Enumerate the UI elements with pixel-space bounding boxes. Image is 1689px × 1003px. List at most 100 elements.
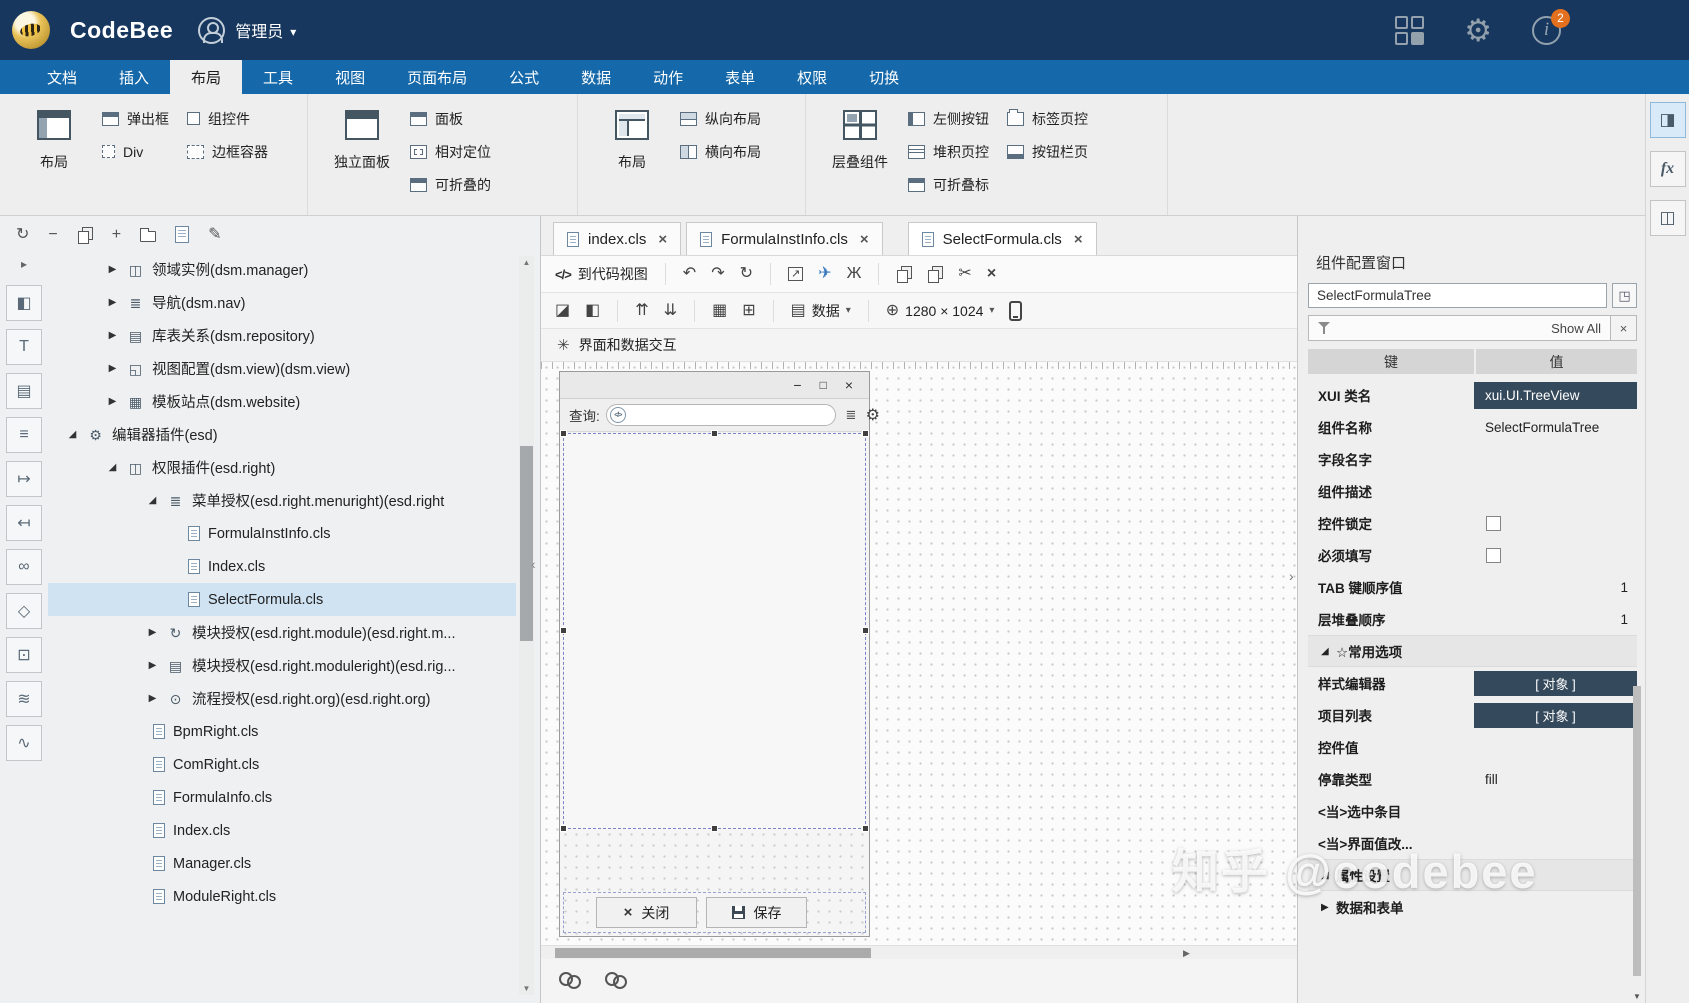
clear-filter-icon[interactable]: × <box>1610 315 1637 341</box>
collapsible-tab-button[interactable]: 可折叠标 <box>908 172 989 197</box>
outdent-tool-icon[interactable]: ↤ <box>6 505 42 541</box>
scroll-right-icon[interactable]: ▶ <box>1183 948 1190 959</box>
send-icon[interactable]: ✈ <box>818 266 831 282</box>
item-list-object-button[interactable]: [ 对象 ] <box>1474 702 1637 728</box>
paste-icon[interactable] <box>927 266 944 283</box>
relative-position-button[interactable]: 相对定位 <box>410 139 491 164</box>
raise-order-icon[interactable]: ⇈ <box>635 302 648 319</box>
design-window[interactable]: − □ × 查询: </> ≣ ⚙ × 关闭 保存 <box>559 371 880 937</box>
tree-item[interactable]: ◢ ⚙ 编辑器插件(esd) <box>48 418 516 451</box>
snap-grid-icon[interactable]: ⊞ <box>742 302 755 319</box>
property-value[interactable] <box>1474 443 1637 475</box>
close-tab-icon[interactable]: × <box>1074 231 1083 248</box>
section-row-attribute-settings[interactable]: ◢ 属性设置 <box>1308 859 1637 891</box>
doc-tab-index[interactable]: index.cls × <box>553 222 682 255</box>
tab-form[interactable]: 表单 <box>704 60 776 94</box>
grid-icon[interactable]: ▦ <box>712 302 727 319</box>
close-tab-icon[interactable]: × <box>658 231 667 248</box>
undo-icon[interactable]: ↶ <box>683 266 696 282</box>
maximize-icon[interactable]: □ <box>820 379 827 391</box>
cut-icon[interactable]: ✂ <box>958 266 971 282</box>
property-row[interactable]: <当>界面值改... <box>1308 827 1637 859</box>
chevron-down-icon[interactable]: ▾ <box>290 25 296 39</box>
query-input[interactable] <box>629 406 835 424</box>
button-bar-page-button[interactable]: 按钮栏页 <box>1007 139 1088 164</box>
panel-tool-icon[interactable]: ◧ <box>6 285 42 321</box>
delete-icon[interactable]: × <box>987 266 996 282</box>
property-value[interactable]: fill <box>1474 763 1637 795</box>
new-file-icon[interactable] <box>175 226 190 243</box>
code-view-button[interactable]: </> 到代码视图 <box>555 264 648 284</box>
div-button[interactable]: Div <box>102 139 169 164</box>
close-button[interactable]: × 关闭 <box>596 897 697 928</box>
debug-icon[interactable]: Ж <box>847 266 862 282</box>
formula-panel-icon[interactable]: fx <box>1649 151 1686 187</box>
lower-order-icon[interactable]: ⇊ <box>664 302 677 319</box>
data-dropdown[interactable]: ▤ 数据 ▾ <box>791 301 851 321</box>
redo-icon[interactable]: ↷ <box>711 266 724 282</box>
resolution-dropdown[interactable]: ⊕ 1280 × 1024 ▾ <box>886 302 995 319</box>
canvas-horizontal-scrollbar[interactable]: ▶ <box>541 945 1297 959</box>
tab-formula[interactable]: 公式 <box>488 60 560 94</box>
selection-handle[interactable] <box>710 430 718 437</box>
property-row[interactable]: 层堆叠顺序 1 <box>1308 603 1637 635</box>
tab-tools[interactable]: 工具 <box>242 60 314 94</box>
tree-item[interactable]: Index.cls <box>48 550 516 583</box>
property-value[interactable]: 1 <box>1474 603 1637 635</box>
property-value[interactable] <box>1474 827 1637 859</box>
property-row[interactable]: 控件值 <box>1308 731 1637 763</box>
section-expander-icon[interactable]: ▶ <box>1321 902 1336 913</box>
property-row[interactable]: 控件锁定 <box>1308 507 1637 539</box>
expander-icon[interactable]: ▶ <box>146 627 159 638</box>
tree-item[interactable]: ▶ ▤ 库表关系(dsm.repository) <box>48 319 516 352</box>
expander-icon[interactable]: ◢ <box>66 429 79 440</box>
tree-item[interactable]: ▶ ▤ 模块授权(esd.right.moduleright)(esd.rig... <box>48 649 516 682</box>
save-button[interactable]: 保存 <box>706 897 807 928</box>
tree-item[interactable]: ◢ ◫ 权限插件(esd.right) <box>48 451 516 484</box>
required-checkbox[interactable] <box>1486 547 1501 563</box>
link-binding-icon[interactable] <box>559 971 585 991</box>
property-value[interactable]: 1 <box>1474 571 1637 603</box>
tab-page-layout[interactable]: 页面布局 <box>386 60 488 94</box>
property-row[interactable]: <当>选中条目 <box>1308 795 1637 827</box>
tree-item[interactable]: ▶ ≣ 导航(dsm.nav) <box>48 286 516 319</box>
tab-document[interactable]: 文档 <box>26 60 98 94</box>
shape-tool-icon[interactable]: ◇ <box>6 593 42 629</box>
query-menu-icon[interactable]: ≣ <box>842 407 860 423</box>
canvas-scrollbar-thumb[interactable] <box>555 948 871 958</box>
scroll-down-icon[interactable]: ▼ <box>519 984 534 993</box>
property-row[interactable]: 字段名字 <box>1308 443 1637 475</box>
section-row-data-and-form[interactable]: ▶ 数据和表单 <box>1308 891 1637 923</box>
left-button-button[interactable]: 左侧按钮 <box>908 106 989 131</box>
tree-item[interactable]: ◢ ≣ 菜单授权(esd.right.menuright)(esd.right <box>48 484 516 517</box>
copy-icon[interactable] <box>896 266 913 283</box>
settings-gear-icon[interactable]: ⚙ <box>1464 15 1492 46</box>
section-expander-icon[interactable]: ◢ <box>1321 646 1336 657</box>
property-row[interactable]: 组件名称 SelectFormulaTree <box>1308 411 1637 443</box>
layout2-big-button[interactable]: 布局 <box>596 106 668 215</box>
stacked-page-button[interactable]: 堆积页控 <box>908 139 989 164</box>
expander-icon[interactable]: ▶ <box>146 660 159 671</box>
interaction-label[interactable]: 界面和数据交互 <box>579 335 677 355</box>
layers-panel-icon[interactable]: ◫ <box>1649 200 1686 236</box>
selected-treeview-component[interactable] <box>560 430 869 832</box>
minimize-icon[interactable]: − <box>793 378 801 392</box>
tab-view[interactable]: 视图 <box>314 60 386 94</box>
doc-tab-selectformula[interactable]: SelectFormula.cls × <box>907 222 1097 255</box>
refresh-icon[interactable]: ↻ <box>740 266 753 282</box>
form-tool-icon[interactable]: ▤ <box>6 373 42 409</box>
expander-icon[interactable]: ▶ <box>106 330 119 341</box>
panel-button[interactable]: 面板 <box>410 106 491 131</box>
send-back-icon[interactable]: ◧ <box>585 302 600 319</box>
expander-icon[interactable]: ▶ <box>106 264 119 275</box>
scroll-down-icon[interactable]: ▼ <box>1631 992 1643 1001</box>
design-window-body[interactable]: × 关闭 保存 <box>560 430 869 936</box>
tree-item[interactable]: ComRight.cls <box>48 748 516 781</box>
expander-icon[interactable]: ▶ <box>146 693 159 704</box>
tree-item-selected[interactable]: SelectFormula.cls <box>48 583 516 616</box>
selection-handle[interactable] <box>862 430 869 437</box>
open-window-icon[interactable]: ◳ <box>1612 283 1637 308</box>
property-value[interactable] <box>1474 475 1637 507</box>
component-name-input[interactable] <box>1308 283 1607 308</box>
tree-item[interactable]: FormulaInfo.cls <box>48 781 516 814</box>
